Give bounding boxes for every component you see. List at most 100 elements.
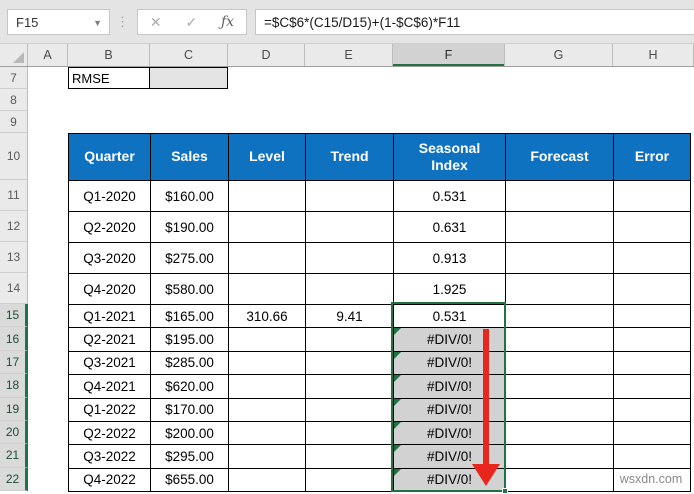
cell-C16[interactable]: $195.00	[150, 327, 229, 352]
cell-B18[interactable]: Q4-2021	[68, 374, 151, 399]
cell-C22[interactable]: $655.00	[150, 467, 229, 493]
cell-C18[interactable]: $620.00	[150, 374, 229, 399]
row-header-20[interactable]: 20	[0, 420, 28, 445]
cell-B12[interactable]: Q2-2020	[68, 211, 151, 243]
cell-G12[interactable]	[505, 211, 614, 243]
cell-F12[interactable]: 0.631	[393, 211, 506, 243]
cell-D18[interactable]	[228, 374, 306, 399]
cell-E17[interactable]	[305, 350, 394, 376]
cancel-icon[interactable]: ✕	[150, 14, 162, 31]
cell-G15[interactable]	[505, 303, 614, 329]
cell-G21[interactable]	[505, 444, 614, 469]
cell-G17[interactable]	[505, 350, 614, 376]
cell-H14[interactable]	[613, 273, 691, 305]
chevron-down-icon[interactable]: ▼	[93, 18, 102, 28]
row-header-22[interactable]: 22	[0, 467, 28, 491]
column-header-D[interactable]: D	[228, 44, 305, 66]
cell-B20[interactable]: Q2-2022	[68, 420, 151, 446]
cell-B19[interactable]: Q1-2022	[68, 397, 151, 422]
cell-G19[interactable]	[505, 397, 614, 422]
row-header-12[interactable]: 12	[0, 211, 28, 242]
row-header-7[interactable]: 7	[0, 67, 28, 89]
cell-E22[interactable]	[305, 467, 394, 493]
cell-C19[interactable]: $170.00	[150, 397, 229, 422]
row-header-15[interactable]: 15	[0, 304, 28, 328]
cell-E15[interactable]: 9.41	[305, 303, 394, 329]
cell-F11[interactable]: 0.531	[393, 180, 506, 212]
column-header-G[interactable]: G	[505, 44, 613, 66]
cell-B15[interactable]: Q1-2021	[68, 303, 151, 329]
row-header-10[interactable]: 10	[0, 133, 28, 180]
cell-H20[interactable]	[613, 420, 691, 446]
insert-function-icon[interactable]: ƒx	[221, 14, 234, 30]
cell-G11[interactable]	[505, 180, 614, 212]
select-all-button[interactable]	[0, 44, 28, 66]
cell-C20[interactable]: $200.00	[150, 420, 229, 446]
cell-H18[interactable]	[613, 374, 691, 399]
cell-D21[interactable]	[228, 444, 306, 469]
cell-B7[interactable]: RMSE	[68, 67, 150, 89]
column-header-F[interactable]: F	[393, 44, 505, 66]
formula-input[interactable]: =$C$6*(C15/D15)+(1-$C$6)*F11	[255, 9, 694, 35]
cell-F15[interactable]: 0.531	[393, 303, 506, 329]
row-header-13[interactable]: 13	[0, 242, 28, 273]
cell-D15[interactable]: 310.66	[228, 303, 306, 329]
cell-F13[interactable]: 0.913	[393, 242, 506, 274]
row-header-19[interactable]: 19	[0, 397, 28, 421]
row-header-11[interactable]: 11	[0, 180, 28, 211]
cell-D17[interactable]	[228, 350, 306, 376]
cell-B17[interactable]: Q3-2021	[68, 350, 151, 376]
row-header-9[interactable]: 9	[0, 111, 28, 133]
cell-B21[interactable]: Q3-2022	[68, 444, 151, 469]
cell-G22[interactable]	[505, 467, 614, 493]
cell-C7[interactable]	[149, 67, 228, 89]
cell-D19[interactable]	[228, 397, 306, 422]
cell-G16[interactable]	[505, 327, 614, 352]
cell-H16[interactable]	[613, 327, 691, 352]
cell-D14[interactable]	[228, 273, 306, 305]
row-header-14[interactable]: 14	[0, 273, 28, 304]
row-header-16[interactable]: 16	[0, 327, 28, 351]
cell-B14[interactable]: Q4-2020	[68, 273, 151, 305]
cell-E19[interactable]	[305, 397, 394, 422]
cell-D13[interactable]	[228, 242, 306, 274]
cell-G20[interactable]	[505, 420, 614, 446]
column-header-E[interactable]: E	[305, 44, 393, 66]
column-header-C[interactable]: C	[150, 44, 228, 66]
cell-H17[interactable]	[613, 350, 691, 376]
cell-E11[interactable]	[305, 180, 394, 212]
cell-E16[interactable]	[305, 327, 394, 352]
cell-E13[interactable]	[305, 242, 394, 274]
row-header-8[interactable]: 8	[0, 89, 28, 111]
cell-H12[interactable]	[613, 211, 691, 243]
column-header-H[interactable]: H	[613, 44, 694, 66]
column-header-A[interactable]: A	[28, 44, 68, 66]
cell-C13[interactable]: $275.00	[150, 242, 229, 274]
cell-E18[interactable]	[305, 374, 394, 399]
cell-C11[interactable]: $160.00	[150, 180, 229, 212]
row-header-18[interactable]: 18	[0, 374, 28, 398]
cell-E14[interactable]	[305, 273, 394, 305]
enter-icon[interactable]: ✓	[185, 14, 197, 31]
cell-H13[interactable]	[613, 242, 691, 274]
cell-H21[interactable]	[613, 444, 691, 469]
name-box[interactable]: F15 ▼	[7, 9, 110, 35]
row-header-17[interactable]: 17	[0, 350, 28, 375]
cell-D11[interactable]	[228, 180, 306, 212]
cell-E12[interactable]	[305, 211, 394, 243]
cell-B13[interactable]: Q3-2020	[68, 242, 151, 274]
cell-E20[interactable]	[305, 420, 394, 446]
cell-B22[interactable]: Q4-2022	[68, 467, 151, 493]
cell-H11[interactable]	[613, 180, 691, 212]
cell-D12[interactable]	[228, 211, 306, 243]
cell-E21[interactable]	[305, 444, 394, 469]
cell-C12[interactable]: $190.00	[150, 211, 229, 243]
cell-D22[interactable]	[228, 467, 306, 493]
cell-C15[interactable]: $165.00	[150, 303, 229, 329]
cell-B11[interactable]: Q1-2020	[68, 180, 151, 212]
cell-G18[interactable]	[505, 374, 614, 399]
cell-D16[interactable]	[228, 327, 306, 352]
fill-handle[interactable]	[502, 488, 508, 494]
cell-C14[interactable]: $580.00	[150, 273, 229, 305]
cell-C17[interactable]: $285.00	[150, 350, 229, 376]
